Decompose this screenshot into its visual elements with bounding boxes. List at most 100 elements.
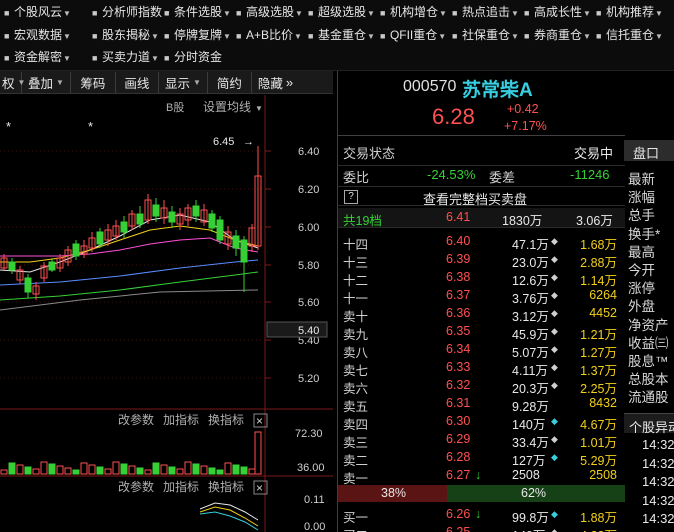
abnormal-moves-header[interactable]: 个股异动 (624, 413, 674, 435)
buy-pct: 62% (521, 486, 547, 500)
orderbook-row[interactable]: 卖八 6.34 5.07万 ◆ 1.27万 (338, 341, 625, 360)
bullet-icon: ■ (596, 8, 604, 18)
quote-field-label: 换手* (628, 226, 661, 242)
b-share-label[interactable]: B股 (166, 101, 184, 114)
chevron-down-icon: ▼ (510, 32, 519, 41)
orderbook-row[interactable]: 十二 6.38 12.6万 ◆ 1.14万 (338, 269, 625, 288)
chevron-down-icon: ▼ (62, 54, 71, 63)
orderbook-row[interactable]: 买一 6.26 ↓ 99.8万 ◆ 1.88万 (338, 506, 625, 525)
orderbook-row[interactable]: 卖二 6.28 127万 ◆ 5.29万 (338, 449, 625, 468)
menu-item[interactable]: ■ 高级选股▼ (236, 3, 303, 20)
toolbar-overlay-dropdown[interactable]: 叠加 ▼ (22, 71, 71, 93)
arrow-right-icon: → (243, 136, 254, 148)
toolbar-display-dropdown[interactable]: 显示 ▼ (159, 71, 208, 93)
bullet-icon: ■ (4, 53, 12, 63)
menu-item-label: 宏观数据 (13, 28, 62, 42)
volume-bar (216, 469, 224, 475)
menu-item[interactable]: ■ 信托重仓▼ (596, 26, 663, 43)
volume-bar (120, 463, 128, 475)
menu-item[interactable]: ■ 股东揭秘▼ (92, 26, 159, 43)
menu-item[interactable]: ■ 分时资金 (164, 48, 222, 65)
orderbook-row[interactable]: 十一 6.37 3.76万 ◆ 6264 (338, 287, 625, 306)
volume-bar (232, 464, 240, 475)
order-ratio-row: 委比 -24.53% 委差 -11246 (338, 165, 625, 185)
toolbar-overlay-label: 叠加 (28, 76, 54, 91)
price-tick-label: 6.40 (298, 146, 319, 158)
orderbook-row[interactable]: 卖一 6.27 ↓ 2508 2508 (338, 467, 625, 486)
menu-item[interactable]: ■ 个股风云▼ (4, 3, 71, 20)
level-price: 6.39 (446, 252, 471, 266)
tab-market[interactable]: 盘口 (624, 140, 674, 161)
orderbook-row[interactable]: 卖七 6.33 4.11万 ◆ 1.37万 (338, 359, 625, 378)
macd-params-link[interactable]: 改参数 (118, 479, 154, 494)
quote-field-label: 总股本 (628, 372, 669, 388)
diamond-icon: ◆ (551, 452, 558, 462)
vol-params-link[interactable]: 改参数 (118, 412, 154, 427)
abnormal-move-time[interactable]: 14:32 (642, 493, 674, 508)
menu-item[interactable]: ■ 社保重仓▼ (452, 26, 519, 43)
abnormal-move-time[interactable]: 14:32 (642, 511, 674, 526)
candle-body (8, 261, 16, 271)
menu-item[interactable]: ■ 热点追击▼ (452, 3, 519, 20)
toolbar-chips-button[interactable]: 筹码 (71, 71, 116, 93)
orderbook-row[interactable]: 卖四 6.30 140万 ◆ 4.67万 (338, 413, 625, 432)
orderbook-row[interactable]: 卖五 6.31 9.28万 8432 (338, 395, 625, 414)
menu-item[interactable]: ■ 停牌复牌▼ (164, 26, 231, 43)
abnormal-move-time[interactable]: 14:32 (642, 456, 674, 471)
menu-item-label: 基金重仓 (317, 28, 366, 42)
menu-item[interactable]: ■ A+B比价▼ (236, 26, 302, 43)
star-marker-icon: * (88, 119, 93, 134)
orderbook-row[interactable]: 卖九 6.35 45.9万 ◆ 1.21万 (338, 323, 625, 342)
abnormal-move-time[interactable]: 14:32 (642, 474, 674, 489)
vol-switch-indicator-link[interactable]: 换指标 (208, 412, 244, 427)
menu-item[interactable]: ■ 宏观数据▼ (4, 26, 71, 43)
full-orderbook-link[interactable]: ? 查看完整档买卖盘 (338, 186, 625, 207)
level-amount: 6264 (589, 288, 617, 302)
menu-item[interactable]: ■ 基金重仓▼ (308, 26, 375, 43)
orderbook-row[interactable]: 十三 6.39 23.0万 ◆ 2.88万 (338, 251, 625, 270)
toolbar-rights-dropdown[interactable]: 权 ▼ (0, 71, 25, 93)
menu-item[interactable]: ■ 分析师指数▼ (92, 3, 171, 20)
close-icon[interactable]: × (256, 481, 263, 495)
menu-item[interactable]: ■ 券商重仓▼ (524, 26, 591, 43)
orderbook-row[interactable]: 买二 6.25 140万 ◆ 4.23万 (338, 524, 625, 532)
chevron-down-icon: ▼ (222, 9, 231, 18)
menu-item[interactable]: ■ QFII重仓▼ (380, 26, 446, 43)
macd-add-indicator-link[interactable]: 加指标 (163, 479, 199, 494)
menu-item[interactable]: ■ 高成长性▼ (524, 3, 591, 20)
toolbar-simple-button[interactable]: 简约 (208, 71, 252, 93)
orderbook-row[interactable]: 卖六 6.32 20.3万 ◆ 2.25万 (338, 377, 625, 396)
menu-item[interactable]: ■ 资金解密▼ (4, 48, 71, 65)
level-price: 6.25 (446, 525, 471, 532)
volume-bar (200, 465, 208, 475)
macd-tick-label: 0.00 (304, 521, 325, 532)
volume-tick-label: 36.00 (297, 462, 325, 474)
close-icon[interactable]: × (256, 414, 263, 428)
chevron-down-icon: ▼ (366, 32, 375, 41)
menu-item[interactable]: ■ 机构推荐▼ (596, 3, 663, 20)
volume-bar (32, 468, 40, 475)
toolbar-hide-button[interactable]: 隐藏» (252, 72, 299, 93)
orderbook-row[interactable]: 十四 6.40 47.1万 ◆ 1.68万 (338, 233, 625, 252)
diamond-icon: ◆ (551, 308, 558, 318)
menu-item[interactable]: ■ 条件选股▼ (164, 3, 231, 20)
ma-settings-link[interactable]: 设置均线 (203, 100, 251, 114)
quote-field-label: 流通股 (628, 390, 669, 406)
menu-item[interactable]: ■ 买卖力道▼ (92, 48, 159, 65)
orderbook-row[interactable]: 卖十 6.36 3.12万 ◆ 4452 (338, 305, 625, 324)
order-ratio-label: 委比 (343, 170, 370, 185)
bullet-icon: ■ (380, 31, 388, 41)
level-price: 6.29 (446, 432, 471, 446)
menu-item[interactable]: ■ 机构增仓▼ (380, 3, 447, 20)
kline-chart[interactable]: B股 设置均线 ▼ * * 6.45 → 6.40 6.20 6.00 5.80 5.6… (0, 95, 333, 532)
orderbook-row[interactable]: 卖三 6.29 33.4万 ◆ 1.01万 (338, 431, 625, 450)
macd-switch-indicator-link[interactable]: 换指标 (208, 479, 244, 494)
vol-add-indicator-link[interactable]: 加指标 (163, 412, 199, 427)
volume-bar (40, 461, 48, 475)
toolbar-draw-button[interactable]: 画线 (116, 71, 159, 93)
diamond-icon: ◆ (551, 236, 558, 246)
abnormal-move-time[interactable]: 14:32 (642, 437, 674, 452)
menu-item[interactable]: ■ 超级选股▼ (308, 3, 375, 20)
stock-header: 000570 苏常柴A 6.28 +0.42 +7.17% (338, 71, 625, 136)
volume-bar (208, 467, 216, 475)
